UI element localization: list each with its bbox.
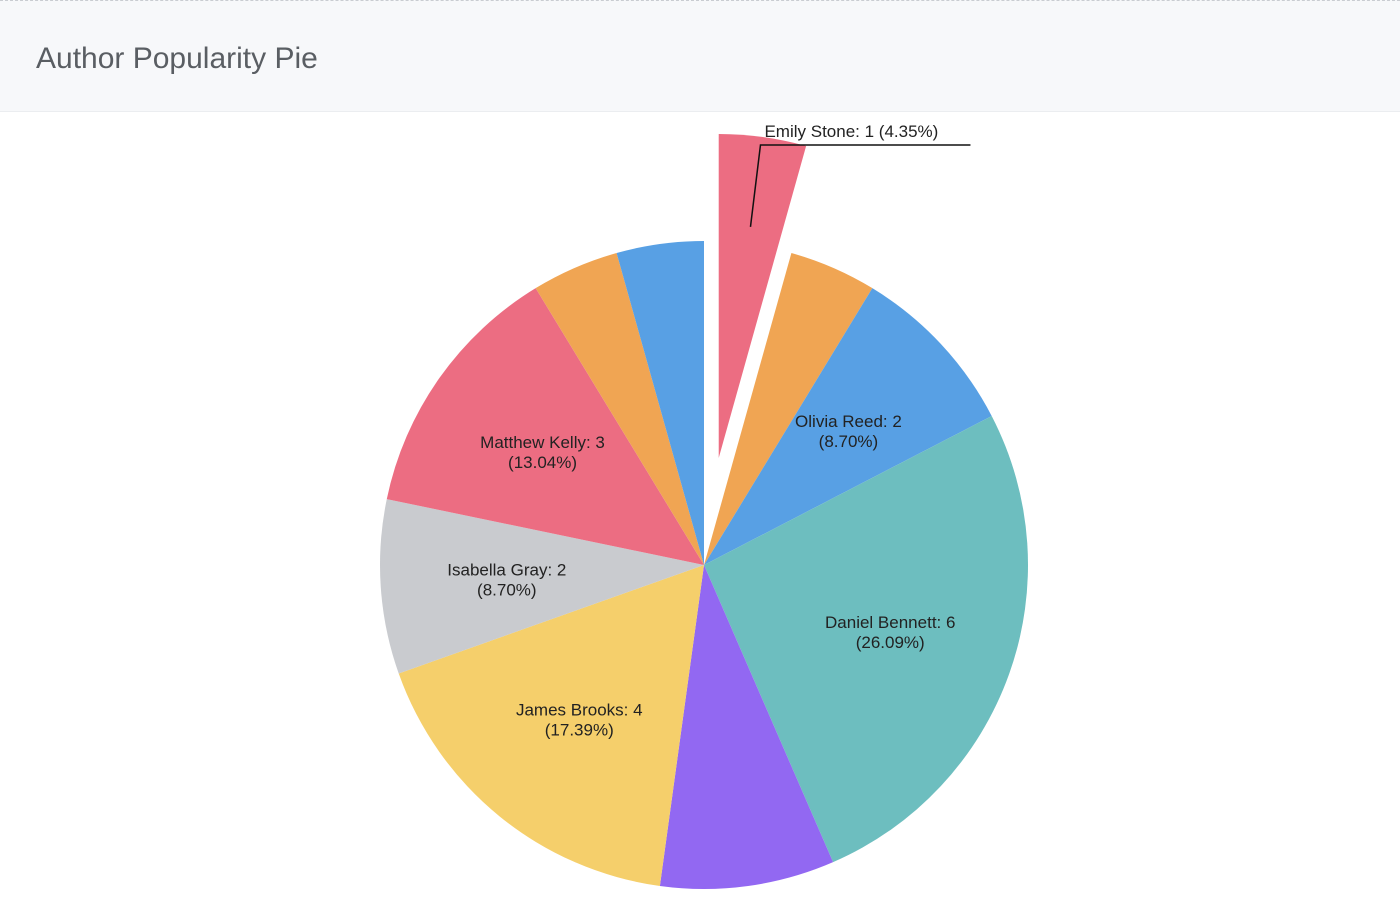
slice-label-emily-stone: Emily Stone: 1 (4.35%): [764, 122, 938, 141]
page-header: Author Popularity Pie: [0, 0, 1400, 112]
chart-area: Emily Stone: 1 (4.35%) Olivia Reed: 2 (8.7…: [0, 112, 1400, 906]
pie-chart: Emily Stone: 1 (4.35%)Olivia Reed: 2(8.7…: [380, 122, 1029, 889]
slice-percent-isabella-gray: (8.70%): [477, 580, 537, 599]
slice-label-james-brooks: James Brooks: 4: [516, 700, 643, 719]
slice-percent-daniel-bennett: (26.09%): [856, 633, 925, 652]
slice-label-matthew-kelly: Matthew Kelly: 3: [480, 433, 605, 452]
slice-label-daniel-bennett: Daniel Bennett: 6: [825, 613, 955, 632]
slice-label-olivia-reed: Olivia Reed: 2: [795, 412, 902, 431]
slice-label-isabella-gray: Isabella Gray: 2: [447, 560, 566, 579]
page: Author Popularity Pie Emily Stone: 1 (4.…: [0, 0, 1400, 906]
slice-percent-olivia-reed: (8.70%): [819, 432, 879, 451]
slice-percent-matthew-kelly: (13.04%): [508, 453, 577, 472]
page-title: Author Popularity Pie: [36, 42, 318, 75]
slice-percent-james-brooks: (17.39%): [545, 720, 614, 739]
